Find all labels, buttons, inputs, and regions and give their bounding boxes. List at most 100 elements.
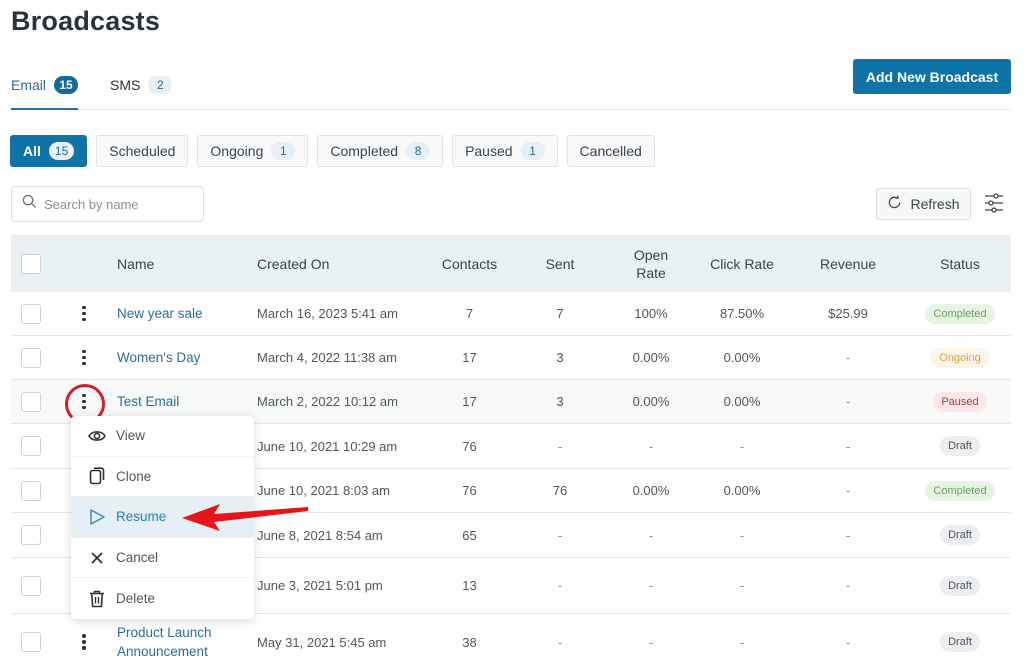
eye-icon [88,427,106,445]
col-name[interactable]: Name [117,256,257,272]
created-on: June 10, 2021 8:03 am [257,483,390,498]
created-on: March 2, 2022 10:12 am [257,394,398,409]
table-header: Name Created On Contacts Sent Open Rate … [11,235,1011,292]
menu-item-view-label: View [116,428,146,444]
filter-scheduled[interactable]: Scheduled [96,135,189,167]
column-settings-button[interactable] [983,191,1005,215]
revenue: - [845,578,851,593]
filter-paused[interactable]: Paused 1 [452,135,558,167]
row-actions-kebab-icon[interactable] [74,304,94,324]
menu-item-delete-label: Delete [116,591,156,607]
row-checkbox[interactable] [21,575,41,596]
contacts: 38 [462,634,477,650]
sent: 3 [556,394,564,409]
tab-sms-label: SMS [110,77,141,93]
revenue: - [845,483,851,498]
click-rate: - [739,578,745,593]
revenue: - [845,394,851,409]
sent: 76 [552,483,568,498]
status-badge: Draft [940,436,980,456]
tab-sms[interactable]: SMS 2 [110,74,173,96]
filter-ongoing[interactable]: Ongoing 1 [197,135,309,167]
select-all-checkbox[interactable] [21,253,41,274]
tab-email[interactable]: Email 15 [11,74,79,110]
row-actions-kebab-icon[interactable] [74,348,94,368]
row-checkbox[interactable] [21,303,41,324]
click-rate: - [739,438,745,454]
open-rate: - [648,438,654,454]
menu-item-view[interactable]: View [71,416,254,457]
menu-item-clone[interactable]: Clone [71,457,254,498]
col-open-rate[interactable]: Open Rate [603,246,699,282]
row-checkbox[interactable] [21,347,41,368]
col-status[interactable]: Status [911,256,1009,272]
click-rate: 87.50% [719,306,765,321]
revenue: - [845,634,851,650]
refresh-label: Refresh [910,196,960,212]
col-click-rate[interactable]: Click Rate [699,256,785,272]
broadcast-name-link[interactable]: Test Email [117,394,179,409]
click-rate: - [739,634,745,650]
status-badge: Paused [933,391,987,412]
row-checkbox[interactable] [21,632,41,652]
sent: - [557,578,563,593]
click-rate: - [739,527,745,543]
menu-item-clone-label: Clone [116,468,152,484]
status-badge: Draft [940,525,980,545]
filter-completed-count: 8 [406,142,431,160]
broadcast-name-link[interactable]: New year sale [117,306,203,321]
filter-ongoing-count: 1 [271,142,296,160]
filter-completed[interactable]: Completed 8 [317,135,444,167]
search-box [11,186,204,222]
created-on: May 31, 2021 5:45 am [257,634,387,650]
open-rate: 0.00% [632,394,670,409]
row-actions-kebab-icon[interactable] [74,632,94,652]
sent: - [557,634,563,650]
play-icon [88,508,106,526]
filter-all-count: 15 [48,142,75,160]
row-checkbox[interactable] [21,480,41,501]
created-on: June 10, 2021 10:29 am [257,438,398,454]
filter-all[interactable]: All 15 [10,135,88,167]
row-checkbox[interactable] [21,391,41,412]
col-sent[interactable]: Sent [517,256,603,272]
tab-email-label: Email [11,77,47,93]
click-rate: 0.00% [723,350,761,365]
col-contacts[interactable]: Contacts [422,256,517,272]
menu-item-resume[interactable]: Resume [71,497,254,538]
search-input[interactable] [44,196,194,212]
menu-item-delete[interactable]: Delete [71,578,254,619]
sent: 7 [556,306,564,321]
refresh-button[interactable]: Refresh [876,188,971,220]
close-icon [88,549,106,567]
broadcast-name-link[interactable]: Product Launch Announcement [117,623,227,661]
row-checkbox[interactable] [21,525,41,545]
col-created[interactable]: Created On [257,256,422,272]
revenue: $25.99 [828,306,868,321]
tab-email-count: 15 [54,76,79,94]
page-title: Broadcasts [11,6,161,36]
table-row: Product Launch Announcement May 31, 2021… [11,614,1011,666]
status-badge: Draft [940,575,980,596]
revenue: - [845,438,851,454]
menu-item-cancel[interactable]: Cancel [71,538,254,579]
row-actions-kebab-icon[interactable] [65,383,105,424]
sent: - [557,527,563,543]
contacts: 17 [462,394,477,409]
trash-icon [88,590,106,608]
contacts: 17 [462,350,477,365]
click-rate: 0.00% [723,483,761,498]
filter-cancelled[interactable]: Cancelled [566,135,655,167]
tab-sms-count: 2 [148,76,173,94]
contacts: 65 [462,527,477,543]
filter-scheduled-label: Scheduled [109,143,176,159]
row-checkbox[interactable] [21,436,41,456]
sent: 3 [556,350,564,365]
sent: - [557,438,563,454]
col-revenue[interactable]: Revenue [785,256,911,272]
add-new-broadcast-button[interactable]: Add New Broadcast [853,59,1011,94]
contacts: 7 [465,306,474,321]
filter-paused-count: 1 [520,142,545,160]
broadcast-name-link[interactable]: Women's Day [117,350,200,365]
filter-paused-label: Paused [465,143,513,159]
